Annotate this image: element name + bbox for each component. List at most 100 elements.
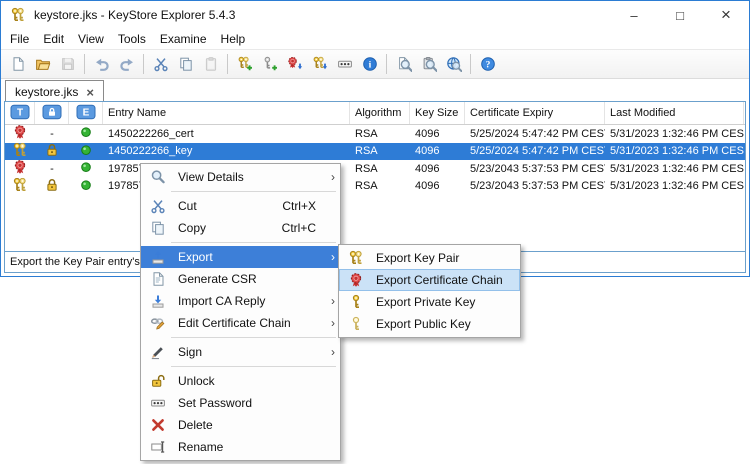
certificate-icon bbox=[12, 160, 28, 178]
entry-type-cell bbox=[5, 160, 35, 178]
entry-name-cell: 1450222266_cert bbox=[103, 125, 350, 143]
menu-separator bbox=[171, 366, 336, 367]
menubar-item-edit[interactable]: Edit bbox=[36, 30, 71, 48]
examine-file-button[interactable] bbox=[391, 52, 416, 76]
menubar-item-examine[interactable]: Examine bbox=[153, 30, 214, 48]
menubar-item-view[interactable]: View bbox=[71, 30, 111, 48]
table-empty-area[interactable] bbox=[5, 195, 745, 251]
import-ca-reply-icon bbox=[146, 293, 170, 309]
tab-keystore[interactable]: keystore.jks × bbox=[5, 80, 104, 103]
examine-ssl-icon bbox=[446, 56, 462, 72]
generate-key-pair-icon bbox=[237, 56, 253, 72]
menu-item-label: Export Key Pair bbox=[376, 251, 506, 265]
cut-button[interactable] bbox=[148, 52, 173, 76]
menu-item-shortcut: Ctrl+X bbox=[282, 199, 326, 213]
key-pair-icon bbox=[12, 178, 28, 196]
minimize-button[interactable]: – bbox=[611, 1, 657, 29]
tab-close-icon[interactable]: × bbox=[86, 86, 94, 99]
submenu-arrow-icon: › bbox=[326, 345, 335, 359]
examine-clipboard-button[interactable] bbox=[416, 52, 441, 76]
edit-certificate-chain-icon bbox=[146, 315, 170, 331]
context-menu: View Details›CutCtrl+XCopyCtrl+CExport›G… bbox=[140, 163, 341, 461]
algorithm-cell: RSA bbox=[350, 143, 410, 161]
menu-item-export-certificate-chain[interactable]: Export Certificate Chain bbox=[339, 269, 520, 291]
help-button[interactable]: ? bbox=[475, 52, 500, 76]
menu-item-export-private-key[interactable]: Export Private Key bbox=[339, 291, 520, 313]
menu-item-export-public-key[interactable]: Export Public Key bbox=[339, 313, 520, 335]
no-lock-dash: - bbox=[50, 163, 54, 175]
menubar-item-help[interactable]: Help bbox=[214, 30, 253, 48]
column-header-certificate_expiry[interactable]: Certificate Expiry bbox=[465, 102, 605, 124]
column-header-last_modified[interactable]: Last Modified bbox=[605, 102, 744, 124]
header-type-icon: T bbox=[10, 104, 30, 123]
examine-ssl-button[interactable] bbox=[441, 52, 466, 76]
status-green-icon bbox=[78, 160, 94, 178]
certificate-expiry-cell: 5/25/2024 5:47:42 PM CEST bbox=[465, 143, 605, 161]
menu-item-label: Export Private Key bbox=[376, 295, 506, 309]
menu-bar: FileEditViewToolsExamineHelp bbox=[1, 29, 749, 49]
properties-button[interactable]: i bbox=[357, 52, 382, 76]
lock-status-cell: - bbox=[35, 125, 69, 143]
save-keystore-button bbox=[55, 52, 80, 76]
set-password-button[interactable] bbox=[332, 52, 357, 76]
menu-item-delete[interactable]: Delete bbox=[141, 414, 340, 436]
table-row[interactable]: 1450222266_keyRSA40965/25/2024 5:47:42 P… bbox=[5, 143, 745, 161]
lock-status-cell bbox=[35, 143, 69, 161]
menubar-item-tools[interactable]: Tools bbox=[111, 30, 153, 48]
key-size-cell: 4096 bbox=[410, 178, 465, 196]
copy-button[interactable] bbox=[173, 52, 198, 76]
menu-item-copy[interactable]: CopyCtrl+C bbox=[141, 217, 340, 239]
close-button[interactable]: × bbox=[703, 1, 749, 29]
menu-item-label: View Details bbox=[178, 170, 326, 184]
column-header-algorithm[interactable]: Algorithm bbox=[350, 102, 410, 124]
table-row[interactable]: -197857319RSA40965/23/2043 5:37:53 PM CE… bbox=[5, 160, 745, 178]
menu-item-export[interactable]: Export› bbox=[141, 246, 340, 268]
export-submenu: Export Key Pair Export Certificate Chain E… bbox=[338, 244, 521, 338]
tab-strip: keystore.jks × bbox=[1, 79, 749, 103]
menu-item-rename[interactable]: Rename bbox=[141, 436, 340, 458]
generate-secret-key-button[interactable] bbox=[257, 52, 282, 76]
column-header-entry_name[interactable]: Entry Name bbox=[103, 102, 350, 124]
menu-item-sign[interactable]: Sign› bbox=[141, 341, 340, 363]
menu-item-label: Import CA Reply bbox=[178, 294, 326, 308]
header-lock-icon bbox=[42, 104, 62, 123]
column-header-key_size[interactable]: Key Size bbox=[410, 102, 465, 124]
algorithm-cell: RSA bbox=[350, 160, 410, 178]
examine-clipboard-icon bbox=[421, 56, 437, 72]
private-key-icon bbox=[344, 294, 368, 310]
menu-item-set-password[interactable]: Set Password bbox=[141, 392, 340, 414]
column-header-expiry_flag[interactable]: E bbox=[69, 102, 103, 124]
menu-item-edit-certificate-chain[interactable]: Edit Certificate Chain› bbox=[141, 312, 340, 334]
open-keystore-button[interactable] bbox=[30, 52, 55, 76]
entry-type-cell bbox=[5, 178, 35, 196]
import-trusted-certificate-button[interactable] bbox=[282, 52, 307, 76]
save-keystore-icon bbox=[60, 56, 76, 72]
submenu-arrow-icon: › bbox=[326, 250, 335, 264]
menu-item-generate-csr[interactable]: Generate CSR bbox=[141, 268, 340, 290]
cut-icon bbox=[146, 198, 170, 214]
column-header-lock[interactable] bbox=[35, 102, 69, 124]
column-header-type[interactable]: T bbox=[5, 102, 35, 124]
properties-icon: i bbox=[362, 56, 378, 72]
menu-item-view-details[interactable]: View Details› bbox=[141, 166, 340, 188]
menubar-item-file[interactable]: File bbox=[3, 30, 36, 48]
export-icon bbox=[146, 249, 170, 265]
generate-key-pair-button[interactable] bbox=[232, 52, 257, 76]
lock-status-cell: - bbox=[35, 160, 69, 178]
table-row[interactable]: 197857319RSA40965/23/2043 5:37:53 PM CES… bbox=[5, 178, 745, 196]
maximize-button[interactable]: □ bbox=[657, 1, 703, 29]
table-row[interactable]: -1450222266_certRSA40965/25/2024 5:47:42… bbox=[5, 125, 745, 143]
menu-item-cut[interactable]: CutCtrl+X bbox=[141, 195, 340, 217]
submenu-arrow-icon: › bbox=[326, 170, 335, 184]
expiry-status-cell bbox=[69, 160, 103, 178]
undo-button[interactable] bbox=[89, 52, 114, 76]
redo-button[interactable] bbox=[114, 52, 139, 76]
title-bar[interactable]: keystore.jks - KeyStore Explorer 5.4.3 –… bbox=[1, 1, 749, 29]
menu-item-export-key-pair[interactable]: Export Key Pair bbox=[339, 247, 520, 269]
import-key-pair-button[interactable] bbox=[307, 52, 332, 76]
last-modified-cell: 5/31/2023 1:32:46 PM CEST bbox=[605, 160, 744, 178]
menu-item-unlock[interactable]: Unlock bbox=[141, 370, 340, 392]
column-header-label: Algorithm bbox=[355, 107, 401, 119]
new-keystore-button[interactable] bbox=[5, 52, 30, 76]
menu-item-import-ca-reply[interactable]: Import CA Reply› bbox=[141, 290, 340, 312]
